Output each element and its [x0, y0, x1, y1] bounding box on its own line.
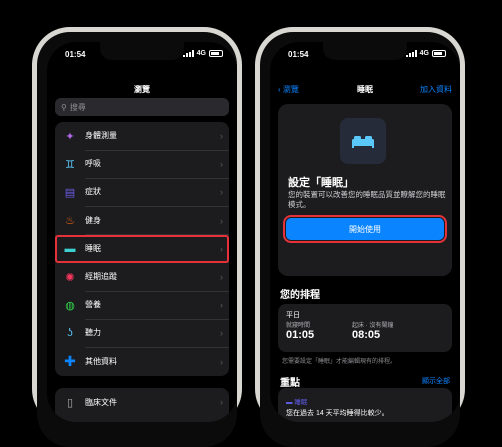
clinical-list: ▯ 臨床文件 ›	[55, 388, 229, 422]
chevron-right-icon: ›	[220, 328, 223, 339]
category-cycle-tracking[interactable]: ✺ 經期追蹤 ›	[55, 262, 229, 292]
category-label: 經期追蹤	[85, 262, 229, 292]
highlight-body: 您在過去 14 天平均睡得比較少。	[286, 410, 389, 417]
schedule-day: 平日	[286, 312, 300, 319]
status-time: 01:54	[65, 50, 86, 59]
category-clinical-documents[interactable]: ▯ 臨床文件 ›	[55, 388, 229, 416]
signal-icon	[182, 50, 194, 57]
category-list: ✦ 身體測量 › ♊ 呼吸 › ▤ 症狀 › ♨ 健身 › ▬ 睡眠 › ✺ 經…	[55, 122, 229, 376]
right-screen: 01:54 4G ‹ 瀏覽 睡眠 加入資料 設定「睡眠」 您的裝置可以改善您的睡…	[270, 42, 460, 422]
setup-card: 設定「睡眠」 您的裝置可以改善您的睡眠品質並瞭解您的睡眠模式。 開始使用	[278, 104, 452, 276]
battery-icon	[209, 50, 223, 57]
category-nutrition[interactable]: ◍ 營養 ›	[55, 291, 229, 320]
highlight-card[interactable]: ▬ 睡眠 您在過去 14 天平均睡得比較少。 減少	[278, 388, 452, 422]
category-fitness[interactable]: ♨ 健身 ›	[55, 206, 229, 236]
chevron-right-icon: ›	[220, 272, 223, 283]
category-hearing[interactable]: ʖ 聽力 ›	[55, 319, 229, 348]
category-symptoms[interactable]: ▤ 症狀 ›	[55, 178, 229, 208]
highlights-section-title: 重點	[280, 378, 300, 389]
category-label: 症狀	[85, 178, 229, 208]
status-time: 01:54	[288, 50, 309, 59]
battery-icon	[432, 50, 446, 57]
category-body-measurements[interactable]: ✦ 身體測量 ›	[55, 122, 229, 151]
phone-bezel: 01:54 4G 瀏覽 ⚲ 搜尋 ✦ 身體測量 › ♊ 呼吸 › ▤ 症狀 › …	[37, 32, 237, 447]
chevron-right-icon: ›	[220, 131, 223, 142]
cycle-dots-icon: ✺	[65, 271, 75, 284]
highlight-tag: ▬ 睡眠	[286, 396, 307, 406]
left-phone: 01:54 4G 瀏覽 ⚲ 搜尋 ✦ 身體測量 › ♊ 呼吸 › ▤ 症狀 › …	[32, 27, 242, 447]
search-placeholder: 搜尋	[69, 102, 86, 112]
status-bar: 01:54 4G	[47, 50, 237, 64]
ear-icon: ʖ	[67, 327, 73, 340]
network-label: 4G	[419, 50, 429, 57]
setup-description: 您的裝置可以改善您的睡眠品質並瞭解您的睡眠模式。	[288, 190, 446, 209]
highlight-tag-label: 睡眠	[294, 399, 308, 406]
chevron-right-icon: ›	[220, 397, 223, 408]
category-label: 睡眠	[85, 234, 229, 264]
setup-heading: 設定「睡眠」	[288, 177, 354, 189]
flame-icon: ♨	[65, 215, 75, 228]
bed-icon: ▬	[64, 242, 76, 255]
network-label: 4G	[196, 50, 206, 57]
wake-value: 08:05	[352, 329, 381, 341]
wake-label: 起床 · 沒有鬧鐘	[352, 323, 394, 329]
signal-icon	[405, 50, 417, 57]
phone-bezel: 01:54 4G ‹ 瀏覽 睡眠 加入資料 設定「睡眠」 您的裝置可以改善您的睡…	[260, 32, 460, 447]
chevron-right-icon: ›	[220, 356, 223, 367]
bedtime-value: 01:05	[286, 329, 315, 341]
document-icon: ▯	[66, 396, 74, 409]
chevron-right-icon: ›	[220, 215, 223, 226]
lungs-icon: ♊	[65, 158, 75, 171]
category-label: 其他資料	[85, 357, 117, 367]
bedtime-label: 就寢時間	[286, 323, 311, 329]
page-title: 瀏覽	[134, 85, 150, 94]
category-label: 呼吸	[85, 150, 229, 179]
category-label: 臨床文件	[85, 397, 117, 407]
schedule-note: 您需要設定「睡眠」才能編輯現有的排程。	[282, 359, 397, 365]
chevron-right-icon: ›	[220, 159, 223, 170]
category-label: 營養	[85, 291, 229, 320]
chevron-right-icon: ›	[220, 243, 223, 254]
left-screen: 01:54 4G 瀏覽 ⚲ 搜尋 ✦ 身體測量 › ♊ 呼吸 › ▤ 症狀 › …	[47, 42, 237, 422]
search-input[interactable]: ⚲ 搜尋	[55, 98, 229, 116]
category-respiratory[interactable]: ♊ 呼吸 ›	[55, 150, 229, 179]
bed-icon-tile	[340, 118, 386, 164]
schedule-card[interactable]: 平日 就寢時間 起床 · 沒有鬧鐘 01:05 08:05	[278, 304, 452, 352]
person-figure-icon: ✦	[65, 130, 75, 143]
search-icon: ⚲	[61, 102, 67, 112]
show-all-link[interactable]: 顯示全部	[422, 376, 450, 386]
nav-bar: ‹ 瀏覽 睡眠 加入資料	[270, 84, 460, 98]
chevron-right-icon: ›	[220, 187, 223, 198]
plus-icon: ✚	[64, 353, 76, 370]
apple-icon: ◍	[65, 299, 75, 312]
bed-icon	[352, 136, 374, 148]
clipboard-icon: ▤	[64, 186, 76, 199]
category-label: 身體測量	[85, 122, 229, 151]
get-started-button[interactable]: 開始使用	[283, 215, 447, 243]
schedule-section-title: 您的排程	[280, 290, 320, 301]
status-bar: 01:54 4G	[270, 50, 460, 64]
category-sleep[interactable]: ▬ 睡眠 ›	[55, 234, 229, 264]
category-label: 健身	[85, 206, 229, 236]
right-phone: 01:54 4G ‹ 瀏覽 睡眠 加入資料 設定「睡眠」 您的裝置可以改善您的睡…	[255, 27, 465, 447]
category-other-data[interactable]: ✚ 其他資料 ›	[55, 348, 229, 376]
add-data-button[interactable]: 加入資料	[420, 84, 452, 95]
category-label: 聽力	[85, 319, 229, 348]
chevron-right-icon: ›	[220, 300, 223, 311]
bed-icon: ▬	[286, 399, 295, 406]
